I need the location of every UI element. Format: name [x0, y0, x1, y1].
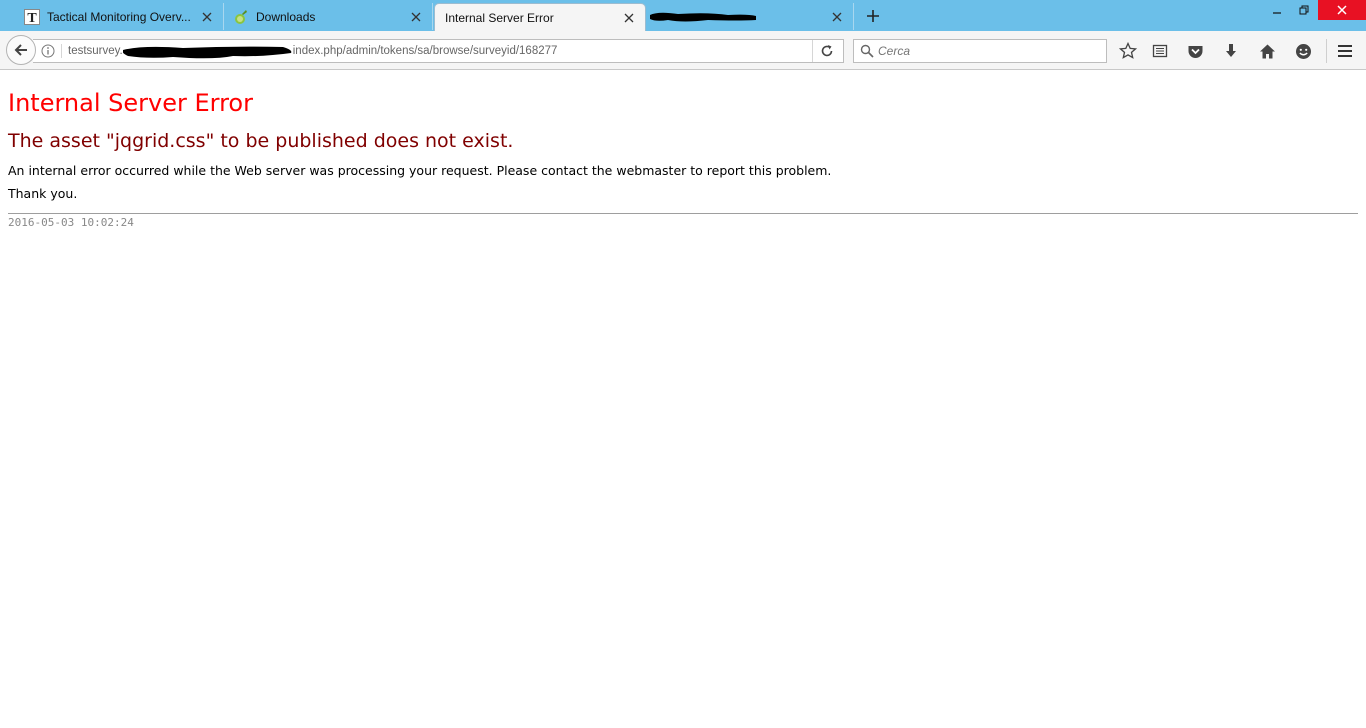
pocket-button[interactable]: [1184, 40, 1206, 62]
error-message: The asset "jqgrid.css" to be published d…: [8, 130, 514, 152]
url-text[interactable]: testsurvey. index.php/admin/tokens/sa/bro…: [68, 44, 558, 59]
bookmarks-menu-button[interactable]: [1149, 40, 1171, 62]
close-icon[interactable]: [829, 9, 845, 25]
menu-button[interactable]: [1334, 40, 1356, 62]
divider: [812, 40, 813, 62]
restore-button[interactable]: [1293, 0, 1315, 20]
downloads-button[interactable]: [1220, 40, 1242, 62]
smiley-icon: [1295, 43, 1311, 59]
error-title: Internal Server Error: [8, 89, 253, 117]
url-host: testsurvey.: [68, 45, 123, 58]
letter-t-icon: T: [24, 8, 40, 25]
window-close-button[interactable]: [1318, 0, 1366, 20]
page-content: Internal Server Error The asset "jqgrid.…: [8, 72, 1358, 229]
tab-strip: T Tactical Monitoring Overv... Downloads…: [0, 0, 1366, 31]
home-button[interactable]: [1256, 40, 1278, 62]
tab-tactical-monitoring[interactable]: T Tactical Monitoring Overv...: [24, 3, 224, 30]
url-bar[interactable]: testsurvey. index.php/admin/tokens/sa/bro…: [33, 39, 844, 63]
thank-you-text: Thank you.: [8, 186, 78, 201]
new-tab-button[interactable]: [862, 5, 884, 27]
star-icon: [1119, 42, 1137, 59]
divider: [61, 44, 62, 58]
search-box[interactable]: [853, 39, 1107, 63]
url-path: index.php/admin/tokens/sa/browse/surveyi…: [292, 45, 558, 58]
navigation-toolbar: testsurvey. index.php/admin/tokens/sa/bro…: [0, 31, 1366, 70]
svg-text:T: T: [27, 11, 37, 25]
search-icon: [860, 44, 874, 58]
tab-label: Tactical Monitoring Overv...: [47, 9, 191, 24]
minimize-button[interactable]: [1266, 0, 1288, 20]
error-description: An internal error occurred while the Web…: [8, 163, 832, 178]
info-icon[interactable]: [40, 43, 56, 59]
bookmark-star-button[interactable]: [1117, 40, 1139, 62]
tab-downloads[interactable]: Downloads: [233, 3, 433, 30]
divider: [8, 213, 1358, 214]
tab-redacted[interactable]: [648, 3, 854, 30]
redacted-favicon: [648, 9, 758, 25]
close-icon[interactable]: [199, 9, 215, 25]
reading-list-icon: [1152, 44, 1168, 58]
back-button[interactable]: [6, 35, 36, 65]
tab-label: Internal Server Error: [445, 10, 554, 25]
pocket-icon: [1188, 45, 1202, 58]
download-arrow-icon: [1226, 44, 1236, 57]
tab-internal-server-error[interactable]: Internal Server Error: [434, 3, 646, 31]
home-icon: [1259, 44, 1275, 58]
close-icon[interactable]: [621, 10, 637, 26]
search-input[interactable]: [878, 42, 1098, 60]
reload-icon[interactable]: [819, 43, 835, 59]
divider: [1326, 39, 1327, 63]
limesurvey-icon: [233, 9, 249, 25]
timestamp: 2016-05-03 10:02:24: [8, 216, 134, 229]
close-icon[interactable]: [408, 9, 424, 25]
hello-button[interactable]: [1292, 40, 1314, 62]
tab-label: Downloads: [256, 9, 316, 24]
redacted-mark: [122, 44, 293, 59]
hamburger-menu-icon: [1338, 45, 1352, 57]
